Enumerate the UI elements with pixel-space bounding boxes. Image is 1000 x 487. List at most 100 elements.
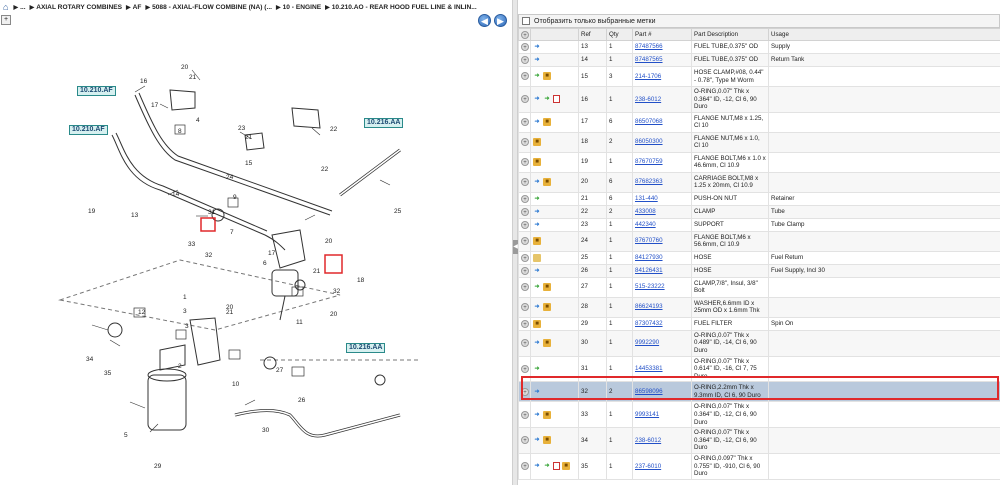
breadcrumb-item[interactable]: AXIAL ROTARY COMBINES — [36, 4, 122, 11]
table-row[interactable]: +➜■3319993141O-RING,0.07" Thk x 0.364" I… — [519, 402, 1000, 428]
diagram-ref-label[interactable]: 22 — [330, 126, 338, 133]
row-expand-cell[interactable]: + — [519, 277, 531, 297]
cell-part-number[interactable]: 9993141 — [633, 402, 692, 428]
home-icon[interactable]: ⌂ — [3, 2, 8, 12]
row-expand-icon[interactable]: + — [521, 208, 529, 216]
table-row[interactable]: +25184127930HOSEFuel Return — [519, 251, 1000, 264]
cell-part-number[interactable]: 131-440 — [633, 192, 692, 205]
document-icon[interactable] — [553, 462, 560, 470]
row-expand-icon[interactable]: + — [521, 43, 529, 51]
table-row[interactable]: +➜32286598096O-RING,2.2mm Thk x 9.3mm ID… — [519, 382, 1000, 402]
column-header-qty[interactable]: Qty — [607, 29, 633, 41]
row-expand-cell[interactable]: + — [519, 132, 531, 152]
row-expand-icon[interactable]: + — [521, 365, 529, 373]
row-expand-icon[interactable]: + — [521, 95, 529, 103]
cell-part-number[interactable]: 86624193 — [633, 297, 692, 317]
breadcrumb-item[interactable]: 10 - ENGINE — [283, 4, 321, 11]
cell-part-number[interactable]: 442340 — [633, 218, 692, 231]
diagram-ref-label[interactable]: 1 — [183, 294, 187, 301]
callout-10-210-af[interactable]: 10.210.AF — [77, 86, 116, 96]
swap-icon[interactable]: ➜ — [533, 221, 541, 229]
swap-icon[interactable]: ➜ — [533, 388, 541, 396]
cell-part-number[interactable]: 14453381 — [633, 356, 692, 382]
row-expand-cell[interactable]: + — [519, 231, 531, 251]
table-row[interactable]: +➜216131-440PUSH-ON NUTRetainer — [519, 192, 1000, 205]
diagram-ref-label[interactable]: 21 — [245, 134, 253, 141]
diagram-ref-label[interactable]: 31 — [208, 209, 216, 216]
column-header-usage[interactable]: Usage — [769, 29, 1000, 41]
diagram-ref-label[interactable]: 29 — [154, 463, 162, 470]
package-icon[interactable]: ■ — [543, 339, 551, 347]
diagram-ref-label[interactable]: 10 — [232, 381, 240, 388]
table-row[interactable]: +➜■17686507068FLANGE NUT,M8 x 1.25, Cl 1… — [519, 112, 1000, 132]
diagram-ref-label[interactable]: 21 — [189, 74, 197, 81]
column-header[interactable]: + — [519, 29, 531, 41]
cell-part-number[interactable]: 238-6012 — [633, 87, 692, 113]
breadcrumb-item[interactable]: 5088 - AXIAL-FLOW COMBINE (NA) (... — [152, 4, 272, 11]
diagram-ref-label[interactable]: 20 — [325, 238, 333, 245]
swap-icon[interactable]: ➜ — [533, 303, 541, 311]
table-row[interactable]: +➜■271515-23222CLAMP,7/8", Insul, 3/8" B… — [519, 277, 1000, 297]
diagram-ref-label[interactable]: 6 — [263, 260, 267, 267]
cell-part-number[interactable]: 87307432 — [633, 317, 692, 330]
diagram-ref-label[interactable]: 30 — [262, 427, 270, 434]
swap-icon[interactable]: ➜ — [533, 411, 541, 419]
cell-part-number[interactable]: 87487565 — [633, 54, 692, 67]
diagram-ref-label[interactable]: 2 — [178, 363, 182, 370]
column-header-description[interactable]: Part Description — [692, 29, 769, 41]
row-expand-cell[interactable]: + — [519, 205, 531, 218]
row-expand-icon[interactable]: + — [521, 254, 529, 262]
diagram-ref-label[interactable]: 3 — [183, 308, 187, 315]
row-expand-cell[interactable]: + — [519, 356, 531, 382]
row-expand-cell[interactable]: + — [519, 317, 531, 330]
row-expand-icon[interactable]: + — [521, 221, 529, 229]
row-expand-icon[interactable]: + — [521, 56, 529, 64]
row-expand-icon[interactable]: + — [521, 267, 529, 275]
diagram-ref-label[interactable]: 21 — [313, 268, 321, 275]
diagram-ref-label[interactable]: 16 — [140, 78, 148, 85]
table-row[interactable]: +■19187670759FLANGE BOLT,M6 x 1.0 x 46.6… — [519, 152, 1000, 172]
diagram-ref-label[interactable]: 34 — [86, 356, 94, 363]
table-row[interactable]: +➜➜■351237-6010O-RING,0.097" Thk x 0.755… — [519, 453, 1000, 479]
breadcrumb-item[interactable]: ... — [20, 4, 26, 11]
diagram-ref-label[interactable]: 12 — [138, 309, 146, 316]
show-selected-only-checkbox[interactable] — [522, 17, 530, 25]
package-icon[interactable]: ■ — [533, 237, 541, 245]
cell-part-number[interactable]: 214-1706 — [633, 67, 692, 87]
cell-part-number[interactable]: 87670759 — [633, 152, 692, 172]
swap-icon[interactable]: ➜ — [533, 43, 541, 51]
callout-10-216-aa[interactable]: 10.216.AA — [364, 118, 403, 128]
cell-part-number[interactable]: 9992290 — [633, 330, 692, 356]
diagram-ref-label[interactable]: 17 — [268, 250, 276, 257]
callout-10-216-aa[interactable]: 10.216.AA — [346, 343, 385, 353]
row-expand-cell[interactable]: + — [519, 218, 531, 231]
breadcrumb-item[interactable]: AF — [133, 4, 142, 11]
row-expand-cell[interactable]: + — [519, 192, 531, 205]
row-expand-cell[interactable]: + — [519, 87, 531, 113]
table-row[interactable]: +➜■28186624193WASHER,6.6mm ID x 25mm OD … — [519, 297, 1000, 317]
cell-part-number[interactable]: 87487566 — [633, 41, 692, 54]
diagram-ref-label[interactable]: 24 — [226, 174, 234, 181]
swap-icon[interactable]: ➜ — [533, 436, 541, 444]
table-row[interactable]: +■29187307432FUEL FILTERSpin On — [519, 317, 1000, 330]
cell-part-number[interactable]: 238-6012 — [633, 428, 692, 454]
table-row[interactable]: +■24187670760FLANGE BOLT,M6 x 56.6mm, Cl… — [519, 231, 1000, 251]
table-row[interactable]: +➜26184126431HOSEFuel Supply, Incl 30 — [519, 264, 1000, 277]
table-row[interactable]: +➜14187487565FUEL TUBE,0.375" ODReturn T… — [519, 54, 1000, 67]
diagram-ref-label[interactable]: 22 — [321, 166, 329, 173]
row-expand-icon[interactable]: + — [521, 462, 529, 470]
diagram-ref-label[interactable]: 20 — [181, 64, 189, 71]
diagram-ref-label[interactable]: 27 — [276, 367, 284, 374]
cell-part-number[interactable]: 433008 — [633, 205, 692, 218]
package-icon[interactable]: ■ — [543, 178, 551, 186]
column-header-ref[interactable]: Ref — [579, 29, 607, 41]
package-icon[interactable]: ■ — [533, 320, 541, 328]
diagram-ref-label[interactable]: 25 — [394, 208, 402, 215]
diagram-ref-label[interactable]: 26 — [298, 397, 306, 404]
table-row[interactable]: +■18286050300FLANGE NUT,M6 x 1.0, Cl 10 — [519, 132, 1000, 152]
green-arrow-icon[interactable]: ➜ — [543, 462, 551, 470]
diagram-ref-label[interactable]: 13 — [131, 212, 139, 219]
row-expand-cell[interactable]: + — [519, 297, 531, 317]
row-expand-icon[interactable]: + — [521, 195, 529, 203]
package-icon[interactable]: ■ — [533, 138, 541, 146]
